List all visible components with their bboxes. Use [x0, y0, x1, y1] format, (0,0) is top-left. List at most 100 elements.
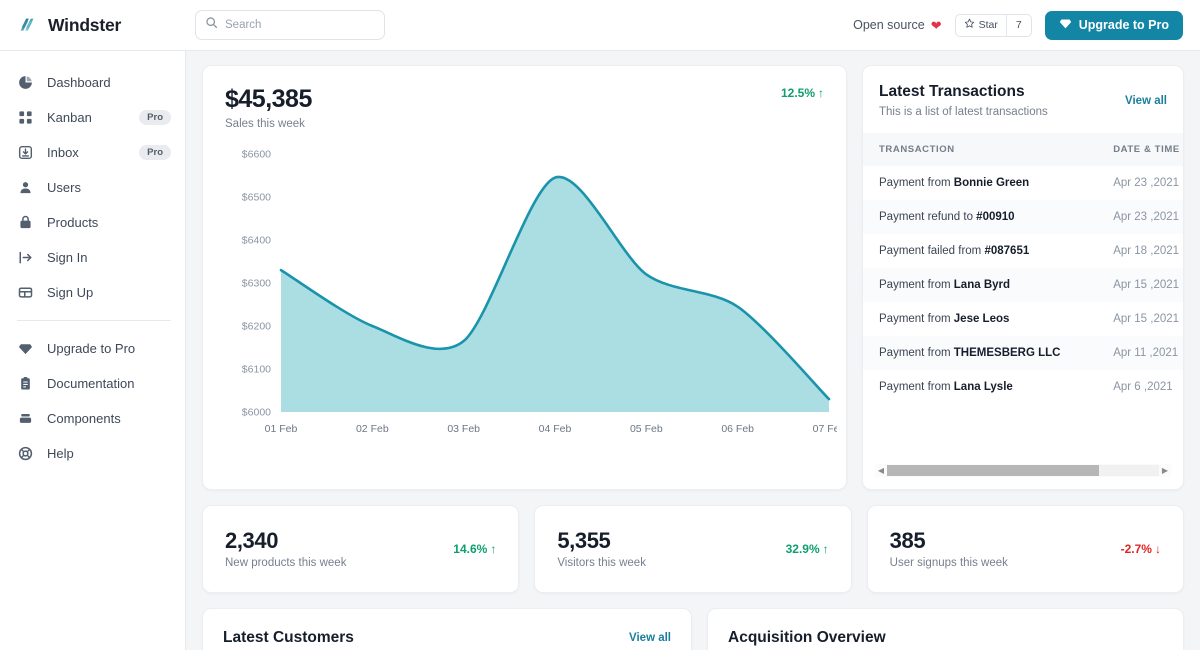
acquisition-overview-card: Acquisition Overview — [707, 608, 1184, 650]
y-axis-ticks: $6600 $6500 $6400 $6300 $6200 $6100 $6000 — [242, 148, 271, 418]
sales-delta: 12.5% ↑ — [781, 86, 824, 100]
transaction-prefix: Payment refund to — [879, 211, 977, 223]
stat-delta: 14.6% ↑ — [453, 542, 496, 556]
search-icon — [205, 16, 218, 34]
y-tick-label: $6500 — [242, 191, 271, 203]
latest-transactions-card: Latest Transactions This is a list of la… — [862, 65, 1184, 490]
table-header-row: TRANSACTION DATE & TIME AMOUNT — [863, 133, 1183, 166]
sales-delta-value: 12.5% — [780, 86, 815, 100]
star-label: Star — [978, 19, 998, 31]
sidebar-item-inbox[interactable]: Inbox Pro — [0, 135, 185, 170]
x-tick-label: 06 Feb — [721, 423, 754, 435]
x-tick-label: 05 Feb — [630, 423, 663, 435]
search-box[interactable] — [195, 10, 385, 40]
table-row[interactable]: Payment from Lana ByrdApr 15 ,2021$5 — [863, 268, 1183, 302]
stat-value: 5,355 — [557, 527, 611, 553]
sidebar-label: Users — [47, 180, 81, 195]
latest-customers-title: Latest Customers — [223, 629, 354, 646]
y-tick-label: $6100 — [242, 363, 271, 375]
table-row[interactable]: Payment from Bonnie GreenApr 23 ,2021$2 — [863, 166, 1183, 200]
star-count: 7 — [1015, 19, 1022, 31]
sidebar-label: Help — [47, 446, 74, 461]
brand[interactable]: Windster — [0, 14, 186, 36]
sidebar-item-dashboard[interactable]: Dashboard — [0, 65, 185, 100]
bag-lock-icon — [17, 214, 34, 231]
stat-delta: -2.7% ↓ — [1121, 542, 1161, 556]
transaction-entity: Lana Lysle — [953, 381, 1013, 393]
transactions-title: Latest Transactions — [879, 83, 1025, 100]
table-row[interactable]: Payment refund to #00910Apr 23 ,2021-$ — [863, 200, 1183, 234]
stat-label: Visitors this week — [557, 557, 646, 570]
table-row[interactable]: Payment failed from #087651Apr 18 ,2021$… — [863, 234, 1183, 268]
main-content: $45,385 Sales this week 12.5% ↑ $6600 $65… — [186, 51, 1200, 650]
table-row[interactable]: Payment from THEMESBERG LLCApr 11 ,2021$… — [863, 336, 1183, 370]
heart-icon: ❤ — [930, 17, 942, 33]
scroll-right-arrow-icon[interactable]: ▶ — [1159, 466, 1171, 475]
sidebar-item-upgrade-to-pro[interactable]: Upgrade to Pro — [0, 331, 185, 366]
lifebuoy-icon — [17, 445, 34, 462]
scrollbar-track[interactable] — [887, 465, 1159, 476]
customers-view-all-link[interactable]: View all — [629, 629, 671, 644]
sales-label: Sales this week — [225, 117, 305, 130]
stat-card-visitors: 5,355 Visitors this week 32.9% ↑ — [534, 505, 852, 593]
transactions-table-body: Payment from Bonnie GreenApr 23 ,2021$2P… — [863, 166, 1183, 404]
cell-transaction: Payment from Lana Byrd — [863, 268, 1102, 302]
sidebar-item-help[interactable]: Help — [0, 436, 185, 471]
transaction-entity: Lana Byrd — [953, 279, 1011, 291]
sidebar-item-kanban[interactable]: Kanban Pro — [0, 100, 185, 135]
sidebar-item-documentation[interactable]: Documentation — [0, 366, 185, 401]
sidebar-item-components[interactable]: Components — [0, 401, 185, 436]
stat-delta: 32.9% ↑ — [786, 542, 829, 556]
star-icon — [964, 18, 975, 32]
sidebar-label: Upgrade to Pro — [47, 341, 136, 356]
table-row[interactable]: Payment from Jese LeosApr 15 ,2021$2 — [863, 302, 1183, 336]
sales-area-chart[interactable]: $6600 $6500 $6400 $6300 $6200 $6100 $6000 01 F… — [225, 144, 837, 464]
cell-date-time: Apr 18 ,2021 — [1113, 245, 1180, 257]
chart-svg: $6600 $6500 $6400 $6300 $6200 $6100 $6000 01 F… — [242, 148, 837, 435]
cell-transaction: Payment from Bonnie Green — [863, 166, 1101, 200]
search-input[interactable] — [225, 19, 375, 31]
open-source-link[interactable]: Open source ❤ — [853, 18, 941, 32]
gem-icon — [1059, 17, 1072, 33]
stat-value: 385 — [889, 527, 926, 553]
scroll-left-arrow-icon[interactable]: ◀ — [875, 466, 887, 475]
open-source-label: Open source — [853, 18, 925, 32]
table-row[interactable]: Payment from Lana LysleApr 6 ,2021$1 — [863, 370, 1183, 404]
transactions-scroll-area[interactable]: TRANSACTION DATE & TIME AMOUNT Payment f… — [863, 133, 1183, 418]
transactions-view-all-link[interactable]: View all — [1125, 83, 1167, 107]
sidebar-label: Sign In — [47, 250, 88, 265]
transaction-prefix: Payment from — [879, 381, 954, 393]
sidebar-item-sign-in[interactable]: Sign In — [0, 240, 185, 275]
sidebar-label: Sign Up — [47, 285, 94, 300]
latest-customers-card: Latest Customers View all — [202, 608, 692, 650]
horizontal-scrollbar[interactable]: ◀ ▶ — [875, 464, 1171, 477]
arrow-up-icon: ↑ — [822, 542, 829, 556]
sidebar-item-users[interactable]: Users — [0, 170, 185, 205]
x-tick-label: 04 Feb — [539, 423, 572, 435]
y-tick-label: $6200 — [242, 320, 271, 332]
cell-transaction: Payment from Lana Lysle — [863, 370, 1101, 404]
acquisition-overview-title: Acquisition Overview — [728, 629, 886, 646]
sidebar: Dashboard Kanban Pro Inbox Pro Users Pro… — [0, 51, 186, 650]
sidebar-item-sign-up[interactable]: Sign Up — [0, 275, 185, 310]
top-grid: $45,385 Sales this week 12.5% ↑ $6600 $65… — [202, 65, 1184, 490]
components-icon — [17, 410, 34, 427]
user-icon — [17, 179, 34, 196]
stat-label: User signups this week — [889, 557, 1008, 570]
upgrade-to-pro-button[interactable]: Upgrade to Pro — [1044, 10, 1183, 40]
brand-name: Windster — [48, 14, 122, 35]
inbox-download-icon — [17, 144, 34, 161]
sidebar-item-products[interactable]: Products — [0, 205, 185, 240]
cell-date-time: Apr 6 ,2021 — [1113, 381, 1173, 393]
bottom-grid: Latest Customers View all Acquisition Ov… — [202, 608, 1184, 650]
transaction-entity: #087651 — [984, 245, 1030, 257]
transaction-entity: Jese Leos — [953, 313, 1010, 325]
x-tick-label: 01 Feb — [265, 423, 298, 435]
upgrade-button-label: Upgrade to Pro — [1078, 18, 1169, 32]
github-star-group[interactable]: Star 7 — [954, 13, 1032, 37]
scrollbar-thumb[interactable] — [887, 465, 1100, 476]
sidebar-divider — [17, 320, 171, 321]
star-button[interactable]: Star — [956, 14, 1007, 36]
cell-date-time: Apr 23 ,2021 — [1101, 200, 1183, 234]
transaction-prefix: Payment from — [879, 313, 954, 325]
